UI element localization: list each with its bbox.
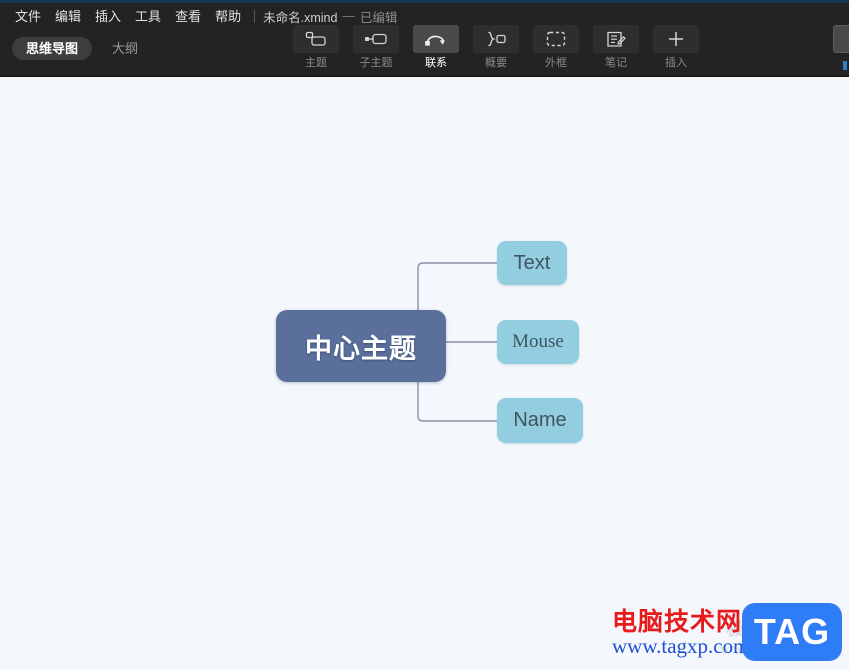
toolbar-button-summary[interactable]: 概要 (473, 25, 519, 69)
toolbar-button-boundary[interactable]: 外框 (533, 25, 579, 69)
app-header: 文件 编辑 插入 工具 查看 帮助 未命名.xmind — 已编辑 思维导图 大… (0, 3, 849, 77)
view-tab-group: 思维导图 大纲 (12, 37, 152, 60)
note-icon (607, 31, 626, 47)
menu-file[interactable]: 文件 (8, 8, 48, 25)
document-title: 未命名.xmind (263, 10, 338, 25)
summary-icon (488, 31, 506, 47)
menubar-divider (254, 9, 256, 23)
topic-label-mouse: Mouse (512, 331, 564, 352)
toolbar-button-topic[interactable]: 主题 (293, 25, 339, 69)
subtopic-icon-button[interactable] (353, 25, 399, 53)
boundary-icon-button[interactable] (533, 25, 579, 53)
toolbar-button-note[interactable]: 笔记 (593, 25, 639, 69)
menu-insert[interactable]: 插入 (88, 8, 128, 25)
document-separator: — (342, 9, 355, 23)
toolbar-label-summary: 概要 (485, 57, 507, 69)
menu-tools[interactable]: 工具 (128, 8, 168, 25)
central-topic-node[interactable]: 中心主题 (276, 310, 446, 382)
toolbar-overflow-indicator (843, 61, 847, 70)
boundary-icon (546, 31, 566, 47)
menu-edit[interactable]: 编辑 (48, 8, 88, 25)
toolbar-label-insert: 插入 (665, 57, 687, 69)
toolbar-button-relationship[interactable]: 联系 (413, 25, 459, 69)
relationship-icon-button[interactable] (413, 25, 459, 53)
plus-icon-button[interactable] (653, 25, 699, 53)
plus-icon (669, 32, 683, 46)
topic-node-text[interactable]: Text (497, 241, 567, 285)
xmind-window: 文件 编辑 插入 工具 查看 帮助 未命名.xmind — 已编辑 思维导图 大… (0, 0, 849, 669)
topic-icon (305, 31, 326, 46)
tab-mindmap[interactable]: 思维导图 (12, 37, 93, 60)
topic-node-mouse[interactable]: Mouse (497, 320, 579, 364)
menu-view[interactable]: 查看 (168, 8, 208, 25)
toolbar-overflow-button[interactable] (833, 25, 849, 53)
toolbar-label-subtopic: 子主题 (359, 57, 393, 69)
tab-outline[interactable]: 大纲 (98, 37, 152, 60)
note-icon-button[interactable] (593, 25, 639, 53)
toolbar-button-subtopic[interactable]: 子主题 (353, 25, 399, 69)
summary-icon-button[interactable] (473, 25, 519, 53)
relationship-icon (425, 35, 445, 46)
mindmap-canvas[interactable]: 中心主题 Text Mouse Name 极光 www.xz7.com 电脑技术… (0, 78, 849, 669)
toolbar-label-relationship: 联系 (425, 57, 447, 69)
toolbar: 主题 子主题 联系 概要 外框 笔记 插入 (293, 25, 699, 69)
central-topic-label: 中心主题 (305, 333, 417, 364)
toolbar-label-topic: 主题 (305, 57, 327, 69)
subtopic-icon (365, 33, 387, 45)
topic-node-name[interactable]: Name (497, 398, 583, 443)
menu-help[interactable]: 帮助 (208, 8, 248, 25)
topic-label-name: Name (513, 409, 567, 431)
toolbar-button-insert[interactable]: 插入 (653, 25, 699, 69)
toolbar-label-note: 笔记 (605, 57, 627, 69)
header-divider (0, 76, 849, 77)
document-save-state: 已编辑 (359, 10, 398, 25)
topic-icon-button[interactable] (293, 25, 339, 53)
topic-label-text: Text (513, 251, 551, 274)
toolbar-label-boundary: 外框 (545, 57, 567, 69)
